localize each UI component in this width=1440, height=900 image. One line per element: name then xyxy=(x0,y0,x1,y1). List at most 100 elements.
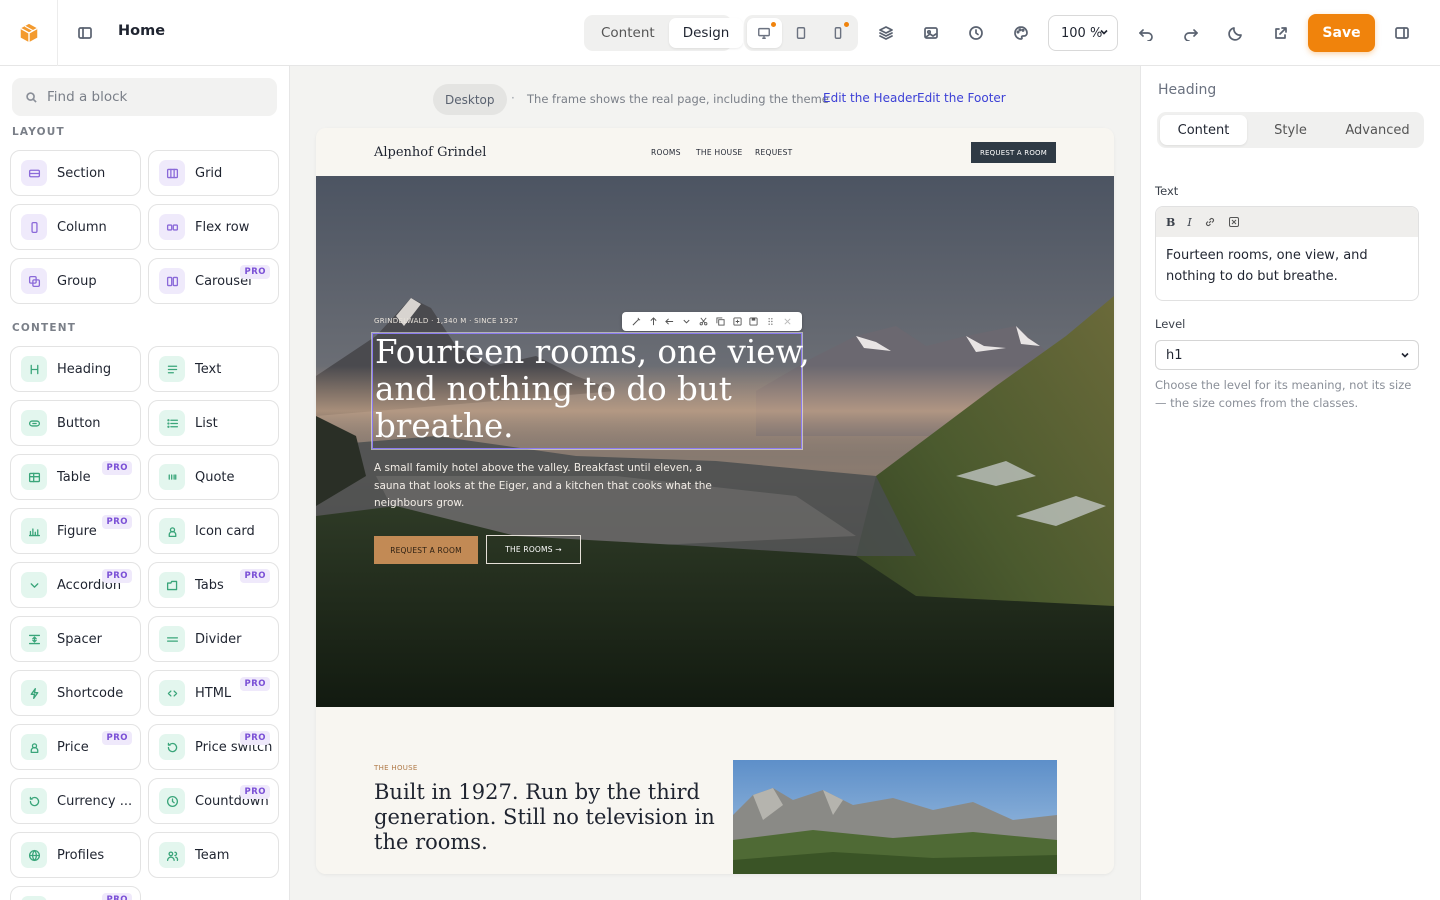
alpine-meadow-photo[interactable] xyxy=(733,760,1057,874)
magic-wand-icon[interactable] xyxy=(632,317,641,326)
arrow-up-icon[interactable] xyxy=(649,317,658,326)
html-icon xyxy=(159,680,185,706)
app-logo[interactable] xyxy=(0,0,58,66)
block-tabs[interactable]: Tabs PRO xyxy=(148,562,279,608)
duplicate-icon[interactable] xyxy=(733,317,742,326)
level-select[interactable]: h1 xyxy=(1155,340,1419,370)
redo-button[interactable] xyxy=(1175,17,1207,49)
mode-tab-content[interactable]: Content xyxy=(587,18,669,48)
hero-heading-selected[interactable]: Fourteen rooms, one view, and nothing to… xyxy=(371,332,810,450)
save-button[interactable]: Save xyxy=(1308,14,1375,52)
chevron-down-icon[interactable] xyxy=(682,317,691,326)
save-block-icon[interactable] xyxy=(749,317,759,326)
house-heading-line-2[interactable]: generation. Still no television in xyxy=(374,805,715,830)
site-nav-rooms[interactable]: ROOMS xyxy=(651,148,681,157)
hero-kicker[interactable]: GRINDELWALD · 1,340 M · SINCE 1927 xyxy=(374,317,518,325)
section-icon xyxy=(21,160,47,186)
hero-text[interactable]: A small family hotel above the valley. B… xyxy=(374,460,712,513)
media-button[interactable] xyxy=(915,17,947,49)
scissors-icon[interactable] xyxy=(699,317,708,326)
house-kicker[interactable]: THE HOUSE xyxy=(374,764,418,772)
block-group[interactable]: Group xyxy=(10,258,141,304)
block-label: Team xyxy=(195,847,230,863)
block-spacer[interactable]: Spacer xyxy=(10,616,141,662)
toggle-right-sidebar-button[interactable] xyxy=(1386,17,1418,49)
block-text[interactable]: Text xyxy=(148,346,279,392)
edit-footer-link[interactable]: Edit the Footer xyxy=(917,91,1006,105)
team-icon xyxy=(159,842,185,868)
site-nav-request[interactable]: REQUEST xyxy=(755,148,793,157)
block-html[interactable]: HTML PRO xyxy=(148,670,279,716)
drag-handle-icon[interactable] xyxy=(766,317,775,326)
device-tablet-button[interactable] xyxy=(784,18,819,48)
block-profiles[interactable]: Profiles xyxy=(10,832,141,878)
block-more[interactable]: PRO xyxy=(10,886,141,900)
undo-button[interactable] xyxy=(1130,17,1162,49)
block-quote[interactable]: Quote xyxy=(148,454,279,500)
block-carousel[interactable]: Carousel PRO xyxy=(148,258,279,304)
block-table[interactable]: Table PRO xyxy=(10,454,141,500)
block-shortcode[interactable]: Shortcode xyxy=(10,670,141,716)
tab-style[interactable]: Style xyxy=(1247,115,1334,145)
block-label: Spacer xyxy=(57,631,102,647)
toggle-left-sidebar-button[interactable] xyxy=(69,17,101,49)
copy-icon[interactable] xyxy=(716,317,725,326)
redo-icon xyxy=(1184,29,1198,41)
block-button[interactable]: Button xyxy=(10,400,141,446)
block-column[interactable]: Column xyxy=(10,204,141,250)
rich-text-content[interactable]: Fourteen rooms, one view, and nothing to… xyxy=(1156,237,1418,295)
site-nav-cta-button[interactable]: REQUEST A ROOM xyxy=(971,142,1056,163)
block-price[interactable]: Price PRO xyxy=(10,724,141,770)
cube-logo-icon xyxy=(19,23,38,43)
block-team[interactable]: Team xyxy=(148,832,279,878)
pro-badge: PRO xyxy=(240,731,270,745)
tab-content[interactable]: Content xyxy=(1160,115,1247,145)
sidebar-left-icon xyxy=(78,27,92,39)
spacer-icon xyxy=(21,626,47,652)
rich-text-editor[interactable]: B I Fourteen rooms, one view, and nothin… xyxy=(1155,206,1419,301)
block-grid[interactable]: Grid xyxy=(148,150,279,196)
block-search-input[interactable]: Find a block xyxy=(12,78,277,116)
tab-advanced[interactable]: Advanced xyxy=(1334,115,1421,145)
open-preview-button[interactable] xyxy=(1265,17,1297,49)
countdown-icon xyxy=(159,788,185,814)
block-flex-row[interactable]: Flex row xyxy=(148,204,279,250)
theme-palette-button[interactable] xyxy=(1005,17,1037,49)
block-figure[interactable]: Figure PRO xyxy=(10,508,141,554)
house-heading-line-3[interactable]: the rooms. xyxy=(374,830,488,855)
more-icon xyxy=(21,896,47,900)
zoom-select[interactable]: 100 % xyxy=(1048,15,1118,51)
block-currency[interactable]: Currency ... xyxy=(10,778,141,824)
block-price-switch[interactable]: Price switch PRO xyxy=(148,724,279,770)
mode-tab-design[interactable]: Design xyxy=(668,18,744,48)
bold-icon[interactable]: B xyxy=(1166,216,1175,229)
hero-section[interactable]: GRINDELWALD · 1,340 M · SINCE 1927 Fourt… xyxy=(316,176,1114,707)
site-header[interactable]: Alpenhof Grindel ROOMS THE HOUSE REQUEST… xyxy=(316,128,1114,176)
block-divider[interactable]: Divider xyxy=(148,616,279,662)
site-brand[interactable]: Alpenhof Grindel xyxy=(374,145,486,160)
device-desktop-button[interactable] xyxy=(747,18,782,48)
close-icon[interactable] xyxy=(783,317,792,326)
site-nav-house[interactable]: THE HOUSE xyxy=(696,148,743,157)
block-accordion[interactable]: Accordion PRO xyxy=(10,562,141,608)
hero-rooms-button[interactable]: THE ROOMS → xyxy=(486,535,581,564)
flex-row-icon xyxy=(159,214,185,240)
history-button[interactable] xyxy=(960,17,992,49)
arrow-left-icon[interactable] xyxy=(665,317,674,326)
house-section[interactable]: THE HOUSE Built in 1927. Run by the thir… xyxy=(316,707,1114,874)
block-list[interactable]: List xyxy=(148,400,279,446)
edit-header-link[interactable]: Edit the Header xyxy=(823,91,917,105)
block-countdown[interactable]: Countdown PRO xyxy=(148,778,279,824)
device-mobile-button[interactable] xyxy=(820,18,855,48)
clear-format-icon[interactable] xyxy=(1228,216,1240,228)
hero-request-button[interactable]: REQUEST A ROOM xyxy=(374,536,478,564)
link-icon[interactable] xyxy=(1204,216,1216,228)
house-heading-line-1[interactable]: Built in 1927. Run by the third xyxy=(374,780,700,805)
block-toolbar xyxy=(622,312,802,331)
dark-mode-button[interactable] xyxy=(1220,17,1252,49)
layers-button[interactable] xyxy=(870,17,902,49)
block-section[interactable]: Section xyxy=(10,150,141,196)
block-heading[interactable]: Heading xyxy=(10,346,141,392)
italic-icon[interactable]: I xyxy=(1187,216,1191,229)
block-icon-card[interactable]: Icon card xyxy=(148,508,279,554)
